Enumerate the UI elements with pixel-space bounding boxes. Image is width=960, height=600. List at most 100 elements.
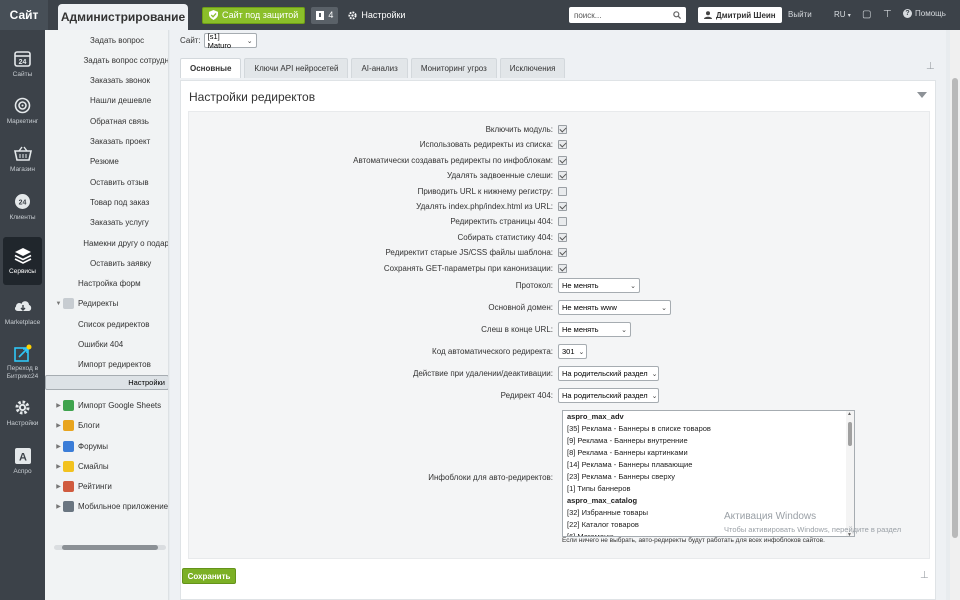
tab-main[interactable]: Основные: [180, 58, 242, 78]
listbox-option[interactable]: [35] Реклама - Баннеры в списке товаров: [563, 423, 854, 435]
tab-threat-monitoring[interactable]: Мониторинг угроз: [410, 58, 497, 78]
select-dropdown[interactable]: 301 ⌄: [558, 344, 587, 359]
cloud-download-icon: [14, 298, 32, 316]
menu-marketplace[interactable]: Marketplace: [0, 288, 45, 336]
tree-item[interactable]: Оставить заявку: [45, 253, 168, 273]
scroll-up-icon[interactable]: ▲: [847, 411, 852, 417]
language-selector[interactable]: RU ▾: [834, 10, 851, 19]
checkbox[interactable]: [558, 263, 567, 273]
checkbox-row: Автоматически создавать редиректы по инф…: [189, 153, 931, 168]
tree-item[interactable]: Заказать проект: [45, 132, 168, 152]
watermark-text: Чтобы активировать Windows, перейдите в …: [724, 525, 902, 534]
help-link[interactable]: ? Помощь: [903, 9, 946, 18]
select-dropdown[interactable]: На родительский раздел ⌄: [558, 366, 659, 381]
tree-item-label: Задать вопрос сотрудн: [83, 55, 169, 65]
tree-item[interactable]: Задать вопрос сотрудн: [45, 50, 169, 70]
select-label: Редирект 404:: [500, 391, 553, 400]
tree-item[interactable]: ▶ Форумы: [45, 436, 168, 456]
tree-item[interactable]: Задать вопрос: [45, 30, 168, 50]
expand-right-icon[interactable]: ▶: [54, 463, 63, 470]
tree-item[interactable]: Нашли дешевле: [45, 91, 168, 111]
tree-item[interactable]: ▶ Смайлы: [45, 456, 168, 476]
menu-shop[interactable]: Магазин: [0, 135, 45, 183]
tree-item[interactable]: Оставить отзыв: [45, 172, 168, 192]
tree-item[interactable]: Ошибки 404: [45, 335, 168, 355]
select-row: Протокол: Не менять ⌄: [189, 278, 931, 293]
tree-item[interactable]: Заказать звонок: [45, 71, 168, 91]
expand-right-icon[interactable]: ▶: [54, 422, 63, 429]
search-input[interactable]: поиск...: [569, 7, 686, 23]
expand-right-icon[interactable]: ▶: [54, 503, 63, 510]
notifications-button[interactable]: 4: [311, 6, 339, 24]
page-scroll-thumb[interactable]: [952, 78, 958, 538]
panel-title: Настройки редиректов: [189, 90, 316, 104]
select-dropdown[interactable]: Не менять www ⌄: [558, 300, 671, 315]
menu-services[interactable]: Сервисы: [3, 237, 42, 285]
tree-item[interactable]: Обратная связь: [45, 111, 168, 131]
checkbox-label: Приводить URL к нижнему регистру:: [417, 186, 553, 196]
tree-item[interactable]: ▶ Блоги: [45, 416, 168, 436]
expand-right-icon[interactable]: ▶: [54, 483, 63, 490]
save-button[interactable]: Сохранить: [182, 568, 236, 584]
tree-item[interactable]: Список редиректов: [45, 314, 168, 334]
search-icon[interactable]: [673, 11, 681, 19]
checkbox[interactable]: [558, 171, 567, 181]
tree-item[interactable]: ▶ Рейтинги: [45, 477, 168, 497]
checkbox[interactable]: [558, 232, 567, 242]
checkbox[interactable]: [558, 217, 567, 227]
site-select[interactable]: [s1] Maturo ⌄: [203, 32, 257, 50]
tree-item[interactable]: Заказать услугу: [45, 213, 168, 233]
navigation-tree: Задать вопрос Задать вопрос сотрудн Заказа…: [45, 30, 169, 600]
fullscreen-icon[interactable]: ▢: [862, 9, 871, 20]
tree-item[interactable]: Настройки: [45, 375, 168, 391]
menu-marketing[interactable]: Маркетинг: [0, 87, 45, 135]
pin-icon[interactable]: ⊥: [926, 61, 935, 72]
settings-link[interactable]: Настройки: [348, 10, 405, 20]
target-icon: [14, 97, 32, 115]
tree-item[interactable]: Настройка форм: [45, 274, 168, 294]
select-dropdown[interactable]: Не менять ⌄: [558, 278, 640, 293]
site-tab[interactable]: Сайт: [0, 0, 48, 30]
listbox-option[interactable]: [8] Реклама - Баннеры картинками: [563, 447, 854, 459]
tree-scroll-thumb[interactable]: [62, 545, 158, 550]
menu-clients[interactable]: 24 Клиенты: [0, 183, 45, 231]
checkbox-label: Собирать статистику 404:: [457, 232, 553, 242]
tree-item[interactable]: Товар под заказ: [45, 192, 168, 212]
site-protection-button[interactable]: Сайт под защитой: [202, 6, 306, 24]
checkbox[interactable]: [558, 202, 567, 211]
expand-down-icon[interactable]: ▼: [54, 301, 63, 307]
checkbox[interactable]: [558, 186, 567, 196]
admin-tab[interactable]: Администрирование: [58, 4, 188, 30]
tree-item[interactable]: ▼ Редиректы: [45, 294, 168, 314]
listbox-scroll-thumb[interactable]: [848, 422, 852, 446]
tree-item[interactable]: ▶ Мобильное приложение: [45, 497, 168, 517]
pin-icon[interactable]: ⊥: [920, 570, 929, 581]
checkbox[interactable]: [558, 125, 567, 134]
expand-right-icon[interactable]: ▶: [54, 443, 63, 450]
checkbox[interactable]: [558, 140, 567, 150]
tree-item[interactable]: Резюме: [45, 152, 168, 172]
tab-ai-analysis[interactable]: AI-анализ: [351, 58, 408, 78]
collapse-arrow-icon[interactable]: [917, 92, 927, 98]
checkbox[interactable]: [558, 155, 567, 165]
page-scrollbar[interactable]: [950, 30, 960, 600]
menu-settings[interactable]: Настройки: [0, 389, 45, 437]
menu-aspro[interactable]: A Аспро: [0, 437, 45, 485]
tree-item[interactable]: Импорт редиректов: [45, 355, 168, 375]
tab-exclusions[interactable]: Исключения: [499, 58, 566, 78]
tree-item[interactable]: Намекни другу о подар: [45, 233, 168, 253]
select-dropdown[interactable]: Не менять ⌄: [558, 322, 631, 337]
checkbox[interactable]: [558, 248, 567, 258]
select-dropdown[interactable]: На родительский раздел ⌄: [558, 388, 659, 403]
logout-link[interactable]: Выйти: [788, 10, 812, 19]
tab-api-keys[interactable]: Ключи API нейросетей: [244, 58, 349, 78]
chevron-down-icon: ⌄: [630, 282, 636, 290]
menu-sites[interactable]: 24 Сайты: [0, 40, 45, 88]
expand-right-icon[interactable]: ▶: [54, 402, 63, 409]
tree-scrollbar[interactable]: [54, 545, 166, 550]
menu-bitrix24[interactable]: Переход в Битрикс24: [0, 338, 45, 386]
listbox-option[interactable]: [9] Реклама - Баннеры внутренние: [563, 435, 854, 447]
pin-icon[interactable]: ⊤: [883, 9, 892, 20]
user-menu[interactable]: Дмитрий Шеин: [698, 7, 782, 23]
tree-item[interactable]: ▶ Импорт Google Sheets: [45, 395, 168, 415]
